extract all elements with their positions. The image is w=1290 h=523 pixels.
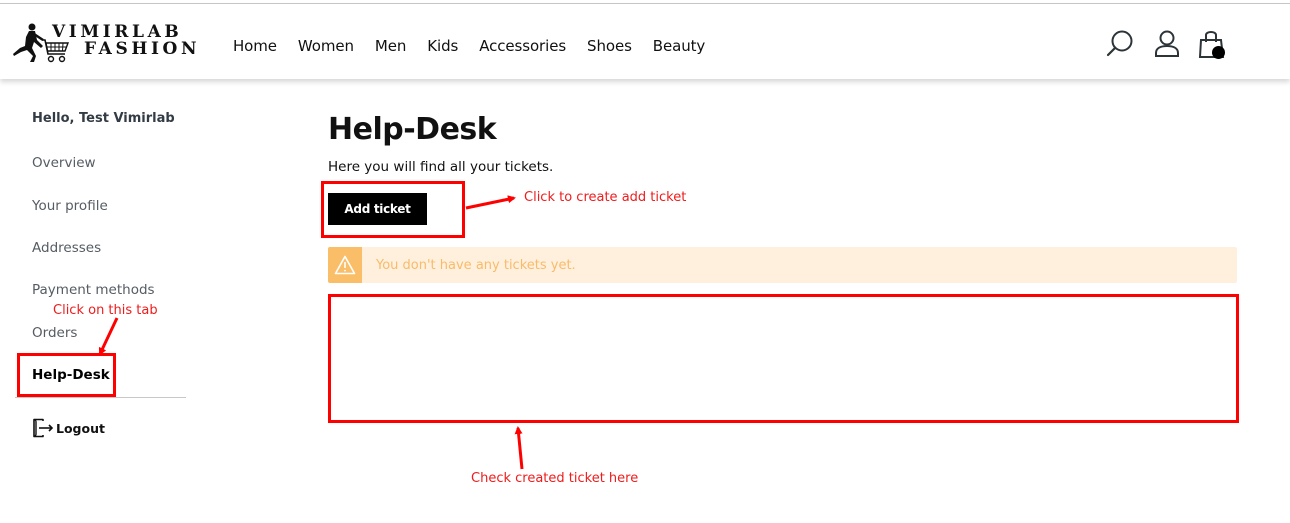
sidebar-item-orders[interactable]: Orders: [32, 325, 77, 341]
annotation-click-add: Click to create add ticket: [524, 190, 687, 205]
cart-button[interactable]: [1198, 28, 1234, 64]
annotation-check-ticket: Check created ticket here: [471, 471, 639, 486]
page-title: Help-Desk: [328, 112, 497, 147]
search-button[interactable]: [1104, 28, 1140, 64]
nav-home[interactable]: Home: [233, 37, 277, 55]
annotation-highlight-add-ticket: [321, 181, 465, 238]
account-button[interactable]: [1151, 28, 1187, 64]
alert-icon-container: [328, 247, 362, 283]
sidebar-item-payment-methods[interactable]: Payment methods: [32, 282, 155, 298]
annotation-click-tab: Click on this tab: [53, 303, 158, 318]
nav-kids[interactable]: Kids: [427, 37, 458, 55]
logout-icon: [33, 418, 54, 438]
annotation-highlight-ticket-area: [328, 294, 1239, 423]
nav-accessories[interactable]: Accessories: [479, 37, 566, 55]
warning-icon: [334, 255, 356, 275]
sidebar-item-addresses[interactable]: Addresses: [32, 240, 101, 256]
brand-name-line2: FASHION: [84, 39, 201, 59]
brand-logo[interactable]: VIMIRLAB FASHION: [10, 22, 197, 66]
header-actions: [1104, 28, 1245, 64]
alert-message: You don't have any tickets yet.: [376, 257, 576, 273]
arrow-to-add-ticket-label: [465, 195, 516, 210]
user-icon: [1155, 30, 1179, 57]
search-icon: [1106, 30, 1133, 57]
sidebar-divider: [15, 397, 186, 398]
annotation-highlight-help-desk-tab: [17, 353, 116, 397]
arrow-to-ticket-area: [514, 426, 524, 470]
logout-label: Logout: [56, 420, 105, 436]
nav-beauty[interactable]: Beauty: [653, 37, 705, 55]
no-tickets-alert: You don't have any tickets yet.: [328, 247, 1237, 283]
nav-men[interactable]: Men: [375, 37, 406, 55]
page-subtitle: Here you will find all your tickets.: [328, 159, 554, 175]
site-header: VIMIRLAB FASHION Home Women Men Kids Acc…: [0, 4, 1290, 79]
arrow-to-help-desk-tab: [98, 317, 119, 356]
sidebar-item-overview[interactable]: Overview: [32, 155, 96, 171]
cart-badge-dot: [1212, 46, 1225, 59]
user-greeting: Hello, Test Vimirlab: [32, 111, 175, 126]
nav-women[interactable]: Women: [298, 37, 354, 55]
main-nav: Home Women Men Kids Accessories Shoes Be…: [233, 37, 726, 55]
logout-button[interactable]: Logout: [32, 418, 105, 438]
nav-shoes[interactable]: Shoes: [587, 37, 632, 55]
sidebar-item-profile[interactable]: Your profile: [32, 198, 108, 214]
